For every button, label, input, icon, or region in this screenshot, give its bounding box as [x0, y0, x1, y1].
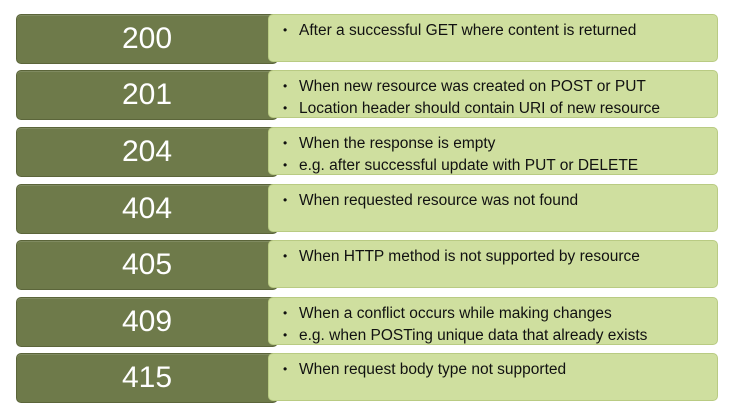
status-description-box: • When request body type not supported — [268, 353, 718, 401]
status-code-box: 405 — [16, 240, 278, 290]
status-code: 204 — [121, 135, 173, 168]
bullet-text: When HTTP method is not supported by res… — [299, 248, 640, 265]
status-description-box: • When requested resource was not found — [268, 184, 718, 232]
bullet-text: When requested resource was not found — [299, 192, 579, 209]
bullet-icon: • — [283, 158, 288, 172]
bullet-icon: • — [283, 328, 288, 342]
status-description-box: • When new resource was created on POST … — [268, 70, 718, 118]
bullet-item: • e.g. after successful update with PUT … — [283, 156, 707, 175]
bullet-item: • After a successful GET where content i… — [283, 21, 707, 40]
bullet-text: e.g. after successful update with PUT or… — [299, 157, 639, 174]
bullet-text: Location header should contain URI of ne… — [299, 100, 661, 117]
bullet-item: • When HTTP method is not supported by r… — [283, 247, 707, 266]
bullet-item: • When a conflict occurs while making ch… — [283, 304, 707, 323]
bullet-text: When the response is empty — [299, 135, 496, 152]
status-code-box: 415 — [16, 353, 278, 403]
status-code-box: 404 — [16, 184, 278, 234]
bullet-icon: • — [283, 136, 288, 150]
bullet-item: • e.g. when POSTing unique data that alr… — [283, 326, 707, 345]
status-description-box: • When a conflict occurs while making ch… — [268, 297, 718, 345]
bullet-text: When new resource was created on POST or… — [299, 78, 646, 95]
status-code-box: 204 — [16, 127, 278, 177]
status-description-box: • When the response is empty • e.g. afte… — [268, 127, 718, 175]
status-description-box: • After a successful GET where content i… — [268, 14, 718, 62]
status-code: 404 — [121, 192, 173, 225]
bullet-text: e.g. when POSTing unique data that alrea… — [299, 327, 648, 344]
bullet-icon: • — [283, 79, 288, 93]
bullet-icon: • — [283, 23, 288, 37]
bullet-text: When a conflict occurs while making chan… — [299, 305, 612, 322]
status-code-box: 200 — [16, 14, 278, 64]
bullet-item: • When request body type not supported — [283, 360, 707, 379]
bullet-icon: • — [283, 249, 288, 263]
status-code: 405 — [121, 248, 173, 281]
status-code-box: 201 — [16, 70, 278, 120]
bullet-icon: • — [283, 193, 288, 207]
bullet-item: • When new resource was created on POST … — [283, 77, 707, 96]
bullet-icon: • — [283, 101, 288, 115]
bullet-text: After a successful GET where content is … — [299, 22, 637, 39]
bullet-item: • Location header should contain URI of … — [283, 99, 707, 118]
bullet-icon: • — [283, 306, 288, 320]
bullet-item: • When requested resource was not found — [283, 191, 707, 210]
status-description-box: • When HTTP method is not supported by r… — [268, 240, 718, 288]
status-code: 415 — [121, 361, 173, 394]
status-code-box: 409 — [16, 297, 278, 347]
bullet-icon: • — [283, 362, 288, 376]
status-code: 201 — [121, 78, 173, 111]
status-code: 200 — [121, 22, 173, 55]
bullet-text: When request body type not supported — [299, 361, 567, 378]
bullet-item: • When the response is empty — [283, 134, 707, 153]
status-code: 409 — [121, 305, 173, 338]
